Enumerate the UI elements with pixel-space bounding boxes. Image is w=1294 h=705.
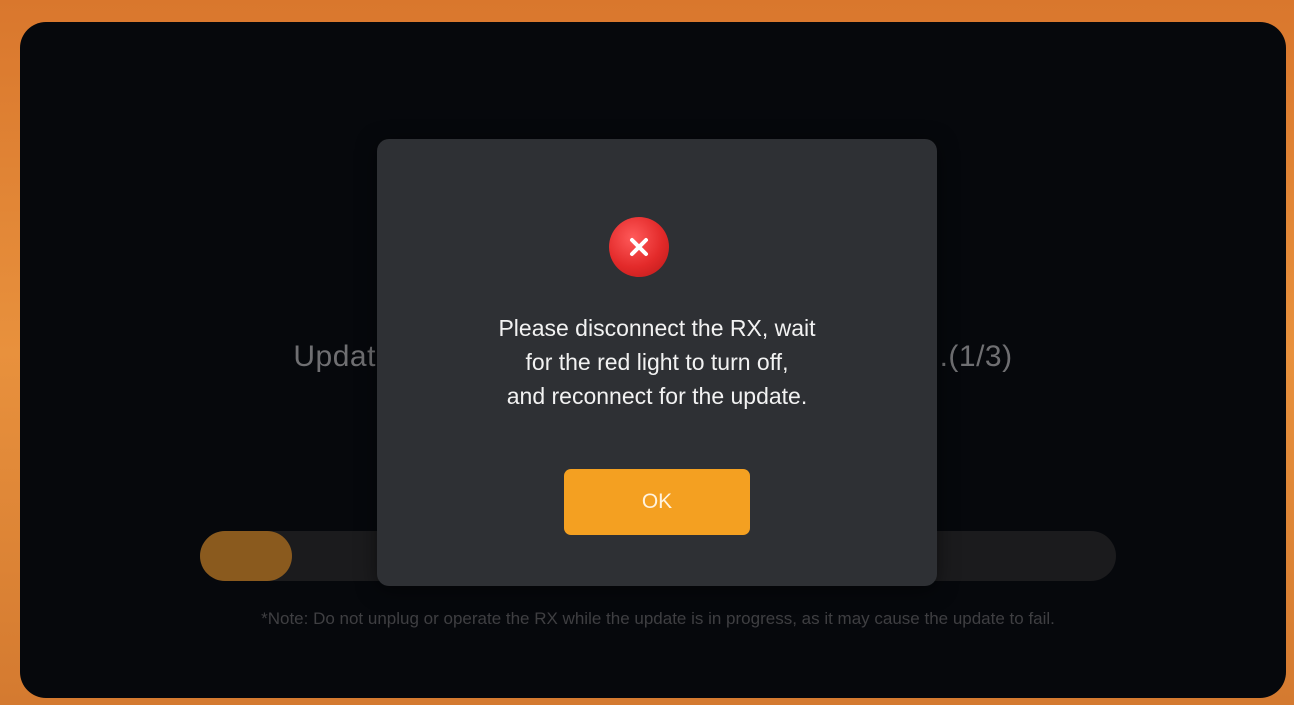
error-dialog: Please disconnect the RX, wait for the r… bbox=[377, 139, 937, 586]
error-dialog-message-line: Please disconnect the RX, wait bbox=[498, 315, 816, 341]
error-dialog-message-line: and reconnect for the update. bbox=[506, 383, 808, 409]
ok-button[interactable]: OK bbox=[564, 469, 750, 535]
update-warning-note: *Note: Do not unplug or operate the RX w… bbox=[261, 609, 1055, 628]
error-dialog-message: Please disconnect the RX, wait for the r… bbox=[377, 311, 937, 413]
error-dialog-message-line: for the red light to turn off, bbox=[525, 349, 789, 375]
error-x-icon bbox=[609, 217, 669, 277]
device-frame: Updat ...(1/3) *Note: Do not unplug or op… bbox=[0, 0, 1294, 705]
update-status-title-start: Updat bbox=[293, 340, 376, 373]
update-screen: Updat ...(1/3) *Note: Do not unplug or op… bbox=[20, 22, 1286, 698]
update-progress-fill bbox=[200, 531, 292, 581]
